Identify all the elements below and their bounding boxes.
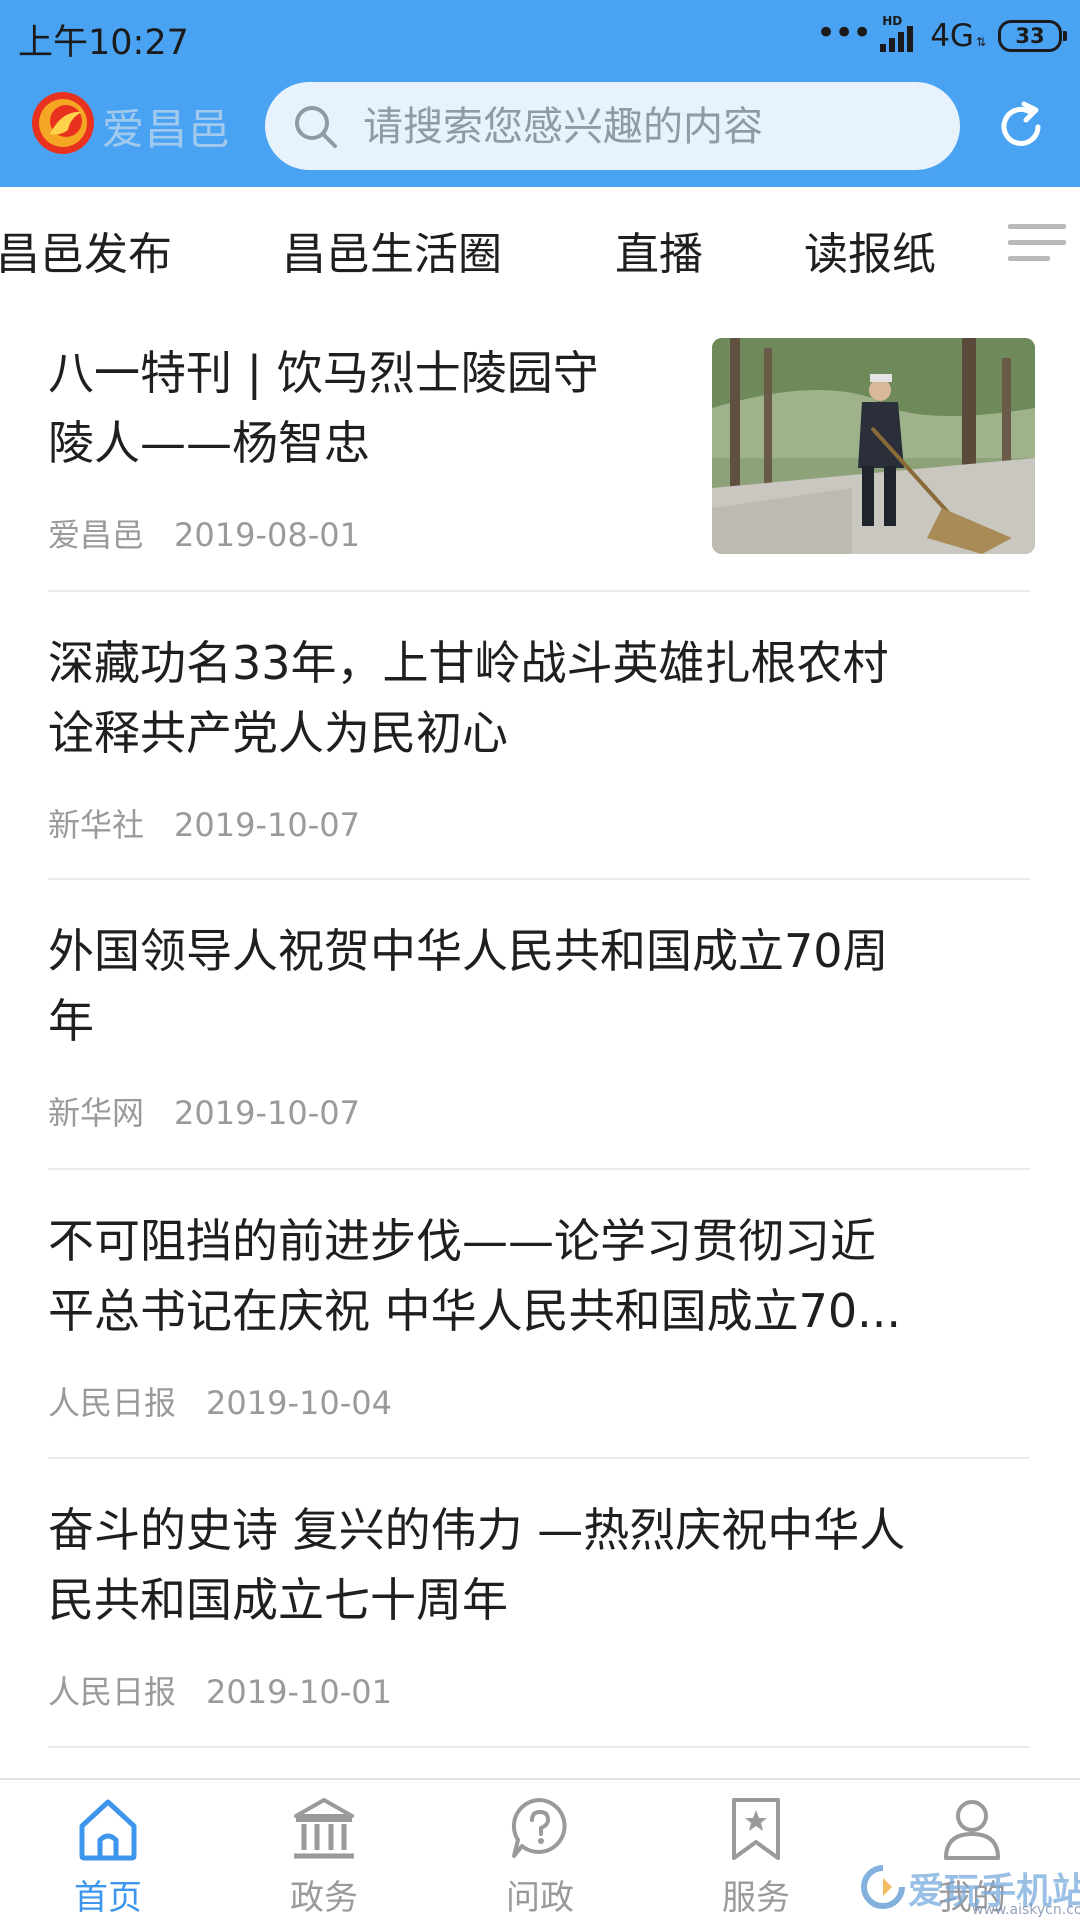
- news-title-line: 民共和国成立七十周年: [48, 1573, 508, 1627]
- status-indicators: ••• HD 4G ⇅ 33: [816, 13, 1067, 58]
- channel-tabs: 昌邑发布 昌邑生活圈 直播 读报纸: [0, 188, 1080, 308]
- news-title: 奋斗的史诗 复兴的伟力 —热烈庆祝中华人 民共和国成立七十周年: [48, 1495, 1030, 1635]
- nav-label: 服务: [722, 1878, 790, 1918]
- news-date: 2019-10-07: [174, 1094, 360, 1132]
- status-bar: 上午10:27 ••• HD 4G ⇅ 33: [0, 0, 1080, 72]
- news-title-line: 奋斗的史诗 复兴的伟力 —热烈庆祝中华人: [48, 1503, 906, 1557]
- search-input[interactable]: [361, 82, 945, 172]
- news-title-line: 外国领导人祝贺中华人民共和国成立70周: [48, 924, 889, 978]
- news-meta: 人民日报 2019-10-01: [48, 1667, 392, 1713]
- news-meta: 人民日报 2019-10-04: [48, 1378, 392, 1424]
- divider: [48, 1168, 1030, 1170]
- news-meta: 新华社 2019-10-07: [48, 800, 360, 846]
- news-date: 2019-08-01: [174, 516, 360, 554]
- watermark-url: www.aiskycn.com: [972, 1902, 1080, 1918]
- divider: [48, 878, 1030, 880]
- network-type: 4G: [930, 18, 974, 54]
- news-source: 爱昌邑: [48, 516, 145, 554]
- news-title: 深藏功名33年，上甘岭战斗英雄扎根农村 诠释共产党人为民初心: [48, 628, 1030, 768]
- nav-inquiry[interactable]: 问政: [432, 1780, 648, 1922]
- divider: [48, 1457, 1030, 1459]
- nav-government[interactable]: 政务: [216, 1780, 432, 1922]
- bookmark-star-icon: [732, 1798, 780, 1860]
- tab-changyi-release[interactable]: 昌邑发布: [0, 218, 172, 282]
- news-source: 新华社: [48, 806, 145, 844]
- data-arrows-icon: ⇅: [975, 35, 986, 49]
- nav-label: 问政: [506, 1878, 574, 1918]
- news-item[interactable]: 奋斗的史诗 复兴的伟力 —热烈庆祝中华人 民共和国成立七十周年 人民日报 2019…: [48, 1495, 1030, 1711]
- news-source: 人民日报: [48, 1673, 177, 1711]
- app-bar: 爱昌邑: [0, 76, 1080, 176]
- news-date: 2019-10-07: [174, 806, 360, 844]
- logo-icon: [32, 92, 94, 154]
- news-title-line: 年: [48, 994, 94, 1048]
- watermark-logo-icon: [861, 1865, 905, 1909]
- user-icon: [944, 1800, 1000, 1860]
- news-thumbnail[interactable]: [712, 338, 1035, 554]
- news-title-line: 平总书记在庆祝 中华人民共和国成立70...: [48, 1284, 902, 1338]
- news-source: 人民日报: [48, 1384, 177, 1422]
- notification-dots: •••: [816, 13, 872, 53]
- news-title: 外国领导人祝贺中华人民共和国成立70周 年: [48, 916, 1030, 1056]
- tab-life-circle[interactable]: 昌邑生活圈: [282, 218, 502, 282]
- status-time: 上午10:27: [18, 23, 189, 63]
- watermark: 爱玩手机站 www.aiskycn.com: [860, 1862, 1080, 1920]
- government-building-icon: [294, 1798, 354, 1859]
- news-item[interactable]: 深藏功名33年，上甘岭战斗英雄扎根农村 诠释共产党人为民初心 新华社 2019-1…: [48, 628, 1030, 844]
- divider: [48, 1746, 1030, 1748]
- brand-name: 爱昌邑: [102, 105, 232, 154]
- search-bar[interactable]: [265, 82, 960, 172]
- news-item[interactable]: 不可阻挡的前进步伐——论学习贯彻习近 平总书记在庆祝 中华人民共和国成立70..…: [48, 1206, 1030, 1422]
- tab-live[interactable]: 直播: [615, 218, 703, 282]
- news-title-line: 深藏功名33年，上甘岭战斗英雄扎根农村: [48, 636, 889, 690]
- home-icon: [79, 1799, 137, 1861]
- nav-home[interactable]: 首页: [0, 1780, 216, 1922]
- news-date: 2019-10-04: [206, 1384, 392, 1422]
- nav-label: 首页: [74, 1878, 142, 1918]
- refresh-icon[interactable]: [990, 96, 1052, 158]
- top-bar: 上午10:27 ••• HD 4G ⇅ 33 爱昌邑: [0, 0, 1080, 187]
- search-icon: [295, 106, 337, 148]
- news-date: 2019-10-01: [206, 1673, 392, 1711]
- news-meta: 爱昌邑 2019-08-01: [48, 510, 360, 556]
- news-title: 不可阻挡的前进步伐——论学习贯彻习近 平总书记在庆祝 中华人民共和国成立70..…: [48, 1206, 1030, 1346]
- news-title-line: 不可阻挡的前进步伐——论学习贯彻习近: [48, 1214, 876, 1268]
- battery-level: 33: [1015, 24, 1045, 48]
- signal-icon: HD: [878, 14, 922, 54]
- battery-icon: 33: [998, 20, 1067, 52]
- news-item[interactable]: 外国领导人祝贺中华人民共和国成立70周 年 新华网 2019-10-07: [48, 916, 1030, 1132]
- news-source: 新华网: [48, 1094, 145, 1132]
- news-title-line: 诠释共产党人为民初心: [48, 706, 508, 760]
- nav-label: 政务: [290, 1878, 358, 1918]
- question-bubble-icon: [511, 1797, 567, 1858]
- news-meta: 新华网 2019-10-07: [48, 1088, 360, 1134]
- divider: [48, 590, 1030, 592]
- nav-service[interactable]: 服务: [648, 1780, 864, 1922]
- tab-newspaper[interactable]: 读报纸: [804, 218, 936, 282]
- channel-menu-icon[interactable]: [1008, 218, 1068, 266]
